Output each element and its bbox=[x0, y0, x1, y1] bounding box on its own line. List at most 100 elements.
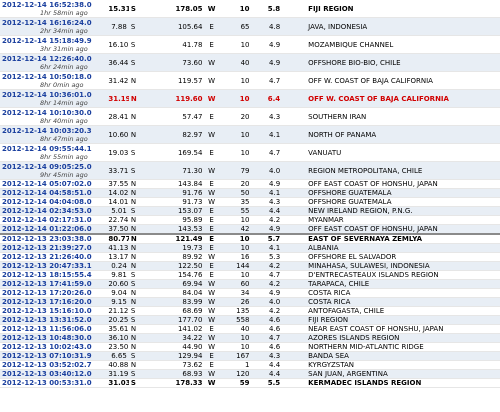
quake-date-link[interactable]: 2012-12-14 bbox=[2, 207, 47, 215]
quake-datetime[interactable]: 2012-12-13 07:10:31.9 bbox=[0, 351, 107, 361]
quake-date-link[interactable]: 2012-12-13 bbox=[2, 379, 47, 387]
quake-row[interactable]: 2012-12-14 10:10:30.0 8hr 40min ago 28.41 N… bbox=[0, 107, 500, 126]
quake-row[interactable]: 2012-12-13 03:40:12.0 31.19 S 68.93 W 120 4.4 S… bbox=[0, 369, 500, 379]
quake-date-link[interactable]: 2012-12-13 bbox=[2, 316, 47, 324]
quake-datetime[interactable]: 2012-12-14 12:26:40.0 6hr 24min ago bbox=[0, 53, 107, 72]
quake-datetime[interactable]: 2012-12-13 10:48:30.0 bbox=[0, 333, 107, 343]
quake-row[interactable]: 2012-12-14 02:34:53.0 5.01 S 153.07 E 55 4.4 NE… bbox=[0, 206, 500, 216]
quake-datetime[interactable]: 2012-12-13 21:26:40.0 bbox=[0, 252, 107, 262]
quake-date-link[interactable]: 2012-12-13 bbox=[2, 361, 47, 369]
quake-date-link[interactable]: 2012-12-14 bbox=[2, 198, 47, 206]
quake-datetime[interactable]: 2012-12-14 16:16:24.0 2hr 34min ago bbox=[0, 17, 107, 36]
quake-date-link[interactable]: 2012-12-14 bbox=[2, 55, 47, 63]
quake-date-link[interactable]: 2012-12-13 bbox=[2, 370, 47, 378]
quake-datetime[interactable]: 2012-12-14 15:18:49.9 3hr 31min ago bbox=[0, 35, 107, 54]
quake-date-link[interactable]: 2012-12-13 bbox=[2, 343, 47, 351]
quake-datetime[interactable]: 2012-12-14 09:05:25.0 9hr 45min ago bbox=[0, 161, 107, 180]
quake-datetime[interactable]: 2012-12-14 01:22:06.0 bbox=[0, 224, 107, 235]
quake-datetime[interactable]: 2012-12-14 05:07:02.0 bbox=[0, 179, 107, 189]
quake-datetime[interactable]: 2012-12-13 18:15:55.4 bbox=[0, 270, 107, 280]
quake-date-link[interactable]: 2012-12-14 bbox=[2, 216, 47, 224]
quake-datetime[interactable]: 2012-12-14 02:34:53.0 bbox=[0, 206, 107, 216]
quake-datetime[interactable]: 2012-12-13 00:53:31.0 bbox=[0, 378, 107, 388]
quake-date-link[interactable]: 2012-12-14 bbox=[2, 145, 47, 153]
quake-row[interactable]: 2012-12-13 17:41:59.0 20.60 S 69.94 W 60 4.2 TA… bbox=[0, 279, 500, 289]
quake-datetime[interactable]: 2012-12-14 10:10:30.0 8hr 40min ago bbox=[0, 107, 107, 126]
quake-date-link[interactable]: 2012-12-14 bbox=[2, 163, 47, 171]
quake-date-link[interactable]: 2012-12-14 bbox=[2, 73, 47, 81]
quake-datetime[interactable]: 2012-12-13 20:47:33.1 bbox=[0, 261, 107, 271]
quake-datetime[interactable]: 2012-12-14 02:17:31.0 bbox=[0, 215, 107, 225]
quake-datetime[interactable]: 2012-12-14 10:50:18.0 8hr 0min ago bbox=[0, 71, 107, 90]
quake-date-link[interactable]: 2012-12-14 bbox=[2, 37, 47, 45]
quake-datetime[interactable]: 2012-12-13 15:16:10.0 bbox=[0, 306, 107, 316]
quake-datetime[interactable]: 2012-12-14 10:03:20.3 8hr 47min ago bbox=[0, 125, 107, 144]
quake-row[interactable]: 2012-12-13 11:56:06.0 35.61 N 141.02 E 40 4.6 N… bbox=[0, 324, 500, 334]
quake-row[interactable]: 2012-12-14 02:17:31.0 22.74 N 95.89 E 10 4.2 MY… bbox=[0, 215, 500, 225]
quake-datetime[interactable]: 2012-12-13 11:56:06.0 bbox=[0, 324, 107, 334]
quake-datetime[interactable]: 2012-12-14 09:55:44.1 8hr 55min ago bbox=[0, 143, 107, 162]
quake-date-link[interactable]: 2012-12-13 bbox=[2, 298, 47, 306]
quake-date-link[interactable]: 2012-12-13 bbox=[2, 253, 47, 261]
quake-date-link[interactable]: 2012-12-13 bbox=[2, 280, 47, 288]
quake-row[interactable]: 2012-12-13 00:53:31.0 31.03 S 178.33 W 59 5.5 K… bbox=[0, 378, 500, 388]
quake-date-link[interactable]: 2012-12-13 bbox=[2, 334, 47, 342]
quake-date-link[interactable]: 2012-12-13 bbox=[2, 244, 47, 252]
quake-datetime[interactable]: 2012-12-14 04:04:08.0 bbox=[0, 197, 107, 207]
quake-row[interactable]: 2012-12-14 04:58:51.0 14.02 N 91.76 W 50 4.1 OF… bbox=[0, 188, 500, 198]
quake-datetime[interactable]: 2012-12-13 21:39:27.0 bbox=[0, 243, 107, 253]
quake-date-link[interactable]: 2012-12-13 bbox=[2, 289, 47, 297]
quake-date-link[interactable]: 2012-12-13 bbox=[2, 271, 47, 279]
quake-row[interactable]: 2012-12-14 16:52:38.0 1hr 58min ago 15.31 S… bbox=[0, 0, 500, 18]
quake-datetime[interactable]: 2012-12-13 17:16:20.0 bbox=[0, 297, 107, 307]
quake-date-link[interactable]: 2012-12-14 bbox=[2, 19, 47, 27]
quake-row[interactable]: 2012-12-14 10:50:18.0 8hr 0min ago 31.42 N 1… bbox=[0, 71, 500, 90]
quake-row[interactable]: 2012-12-13 20:47:33.1 0.24 N 122.50 E 144 4.2 M… bbox=[0, 261, 500, 271]
quake-row[interactable]: 2012-12-14 10:36:01.0 8hr 14min ago 31.19 N… bbox=[0, 89, 500, 108]
quake-row[interactable]: 2012-12-13 10:48:30.0 36.10 N 34.22 W 10 4.7 AZ… bbox=[0, 333, 500, 343]
quake-date-link[interactable]: 2012-12-13 bbox=[2, 352, 47, 360]
quake-date-link[interactable]: 2012-12-14 bbox=[2, 91, 47, 99]
quake-date-link[interactable]: 2012-12-14 bbox=[2, 109, 47, 117]
quake-date-link[interactable]: 2012-12-13 bbox=[2, 307, 47, 315]
quake-row[interactable]: 2012-12-14 10:03:20.3 8hr 47min ago 10.60 N… bbox=[0, 125, 500, 144]
quake-datetime[interactable]: 2012-12-13 10:02:43.0 bbox=[0, 342, 107, 352]
quake-datetime[interactable]: 2012-12-13 13:31:52.0 bbox=[0, 315, 107, 325]
quake-datetime[interactable]: 2012-12-13 17:41:59.0 bbox=[0, 279, 107, 289]
quake-row[interactable]: 2012-12-13 17:20:26.0 9.04 N 84.04 W 34 4.9 COS… bbox=[0, 288, 500, 298]
quake-row[interactable]: 2012-12-13 23:03:38.0 80.77 N 121.49 E 10 5.7 E… bbox=[0, 233, 500, 244]
quake-row[interactable]: 2012-12-13 17:16:20.0 9.15 N 83.99 W 26 4.0 COS… bbox=[0, 297, 500, 307]
quake-row[interactable]: 2012-12-13 21:39:27.0 41.13 N 19.73 E 10 4.1 AL… bbox=[0, 243, 500, 253]
quake-date-link[interactable]: 2012-12-13 bbox=[2, 262, 47, 270]
quake-date-link[interactable]: 2012-12-13 bbox=[2, 325, 47, 333]
quake-row[interactable]: 2012-12-14 15:18:49.9 3hr 31min ago 16.10 S… bbox=[0, 35, 500, 54]
quake-row[interactable]: 2012-12-14 04:04:08.0 14.01 N 91.73 W 35 4.3 OF… bbox=[0, 197, 500, 207]
quake-row[interactable]: 2012-12-13 18:15:55.4 9.81 S 154.76 E 10 4.7 D'… bbox=[0, 270, 500, 280]
quake-depth: 120 bbox=[218, 369, 252, 379]
quake-date-link[interactable]: 2012-12-14 bbox=[2, 225, 47, 233]
quake-row[interactable]: 2012-12-14 09:55:44.1 8hr 55min ago 19.03 S… bbox=[0, 143, 500, 162]
quake-datetime[interactable]: 2012-12-13 23:03:38.0 bbox=[0, 233, 107, 244]
quake-date-link[interactable]: 2012-12-14 bbox=[2, 127, 47, 135]
quake-row[interactable]: 2012-12-13 13:31:52.0 20.25 S 177.70 W 558 4.6… bbox=[0, 315, 500, 325]
quake-row[interactable]: 2012-12-13 15:16:10.0 21.12 S 68.69 W 135 4.2 A… bbox=[0, 306, 500, 316]
quake-datetime[interactable]: 2012-12-13 03:52:02.7 bbox=[0, 360, 107, 370]
quake-date-link[interactable]: 2012-12-14 bbox=[2, 189, 47, 197]
quake-datetime[interactable]: 2012-12-13 17:20:26.0 bbox=[0, 288, 107, 298]
quake-date-link[interactable]: 2012-12-14 bbox=[2, 1, 47, 9]
quake-row[interactable]: 2012-12-13 10:02:43.0 23.50 N 44.90 W 10 4.6 NO… bbox=[0, 342, 500, 352]
quake-row[interactable]: 2012-12-13 07:10:31.9 6.65 S 129.94 E 167 4.3 B… bbox=[0, 351, 500, 361]
quake-datetime[interactable]: 2012-12-14 10:36:01.0 8hr 14min ago bbox=[0, 89, 107, 108]
quake-row[interactable]: 2012-12-14 09:05:25.0 9hr 45min ago 33.71 S… bbox=[0, 161, 500, 180]
quake-date-link[interactable]: 2012-12-13 bbox=[2, 236, 47, 243]
quake-datetime[interactable]: 2012-12-14 04:58:51.0 bbox=[0, 188, 107, 198]
quake-row[interactable]: 2012-12-13 03:52:02.7 40.88 N 73.62 E 1 4.4 KYR… bbox=[0, 360, 500, 370]
quake-date-link[interactable]: 2012-12-14 bbox=[2, 180, 47, 188]
quake-datetime[interactable]: 2012-12-13 03:40:12.0 bbox=[0, 369, 107, 379]
quake-row[interactable]: 2012-12-14 12:26:40.0 6hr 24min ago 36.44 S… bbox=[0, 53, 500, 72]
quake-row[interactable]: 2012-12-14 01:22:06.0 37.50 N 143.53 E 42 4.9 O… bbox=[0, 224, 500, 235]
quake-row[interactable]: 2012-12-14 05:07:02.0 37.55 N 143.84 E 20 4.9 O… bbox=[0, 179, 500, 189]
quake-row[interactable]: 2012-12-14 16:16:24.0 2hr 34min ago 7.88 S 1… bbox=[0, 17, 500, 36]
quake-row[interactable]: 2012-12-13 21:26:40.0 13.17 N 89.92 W 16 5.3 OF… bbox=[0, 252, 500, 262]
quake-datetime[interactable]: 2012-12-14 16:52:38.0 1hr 58min ago bbox=[0, 0, 107, 18]
